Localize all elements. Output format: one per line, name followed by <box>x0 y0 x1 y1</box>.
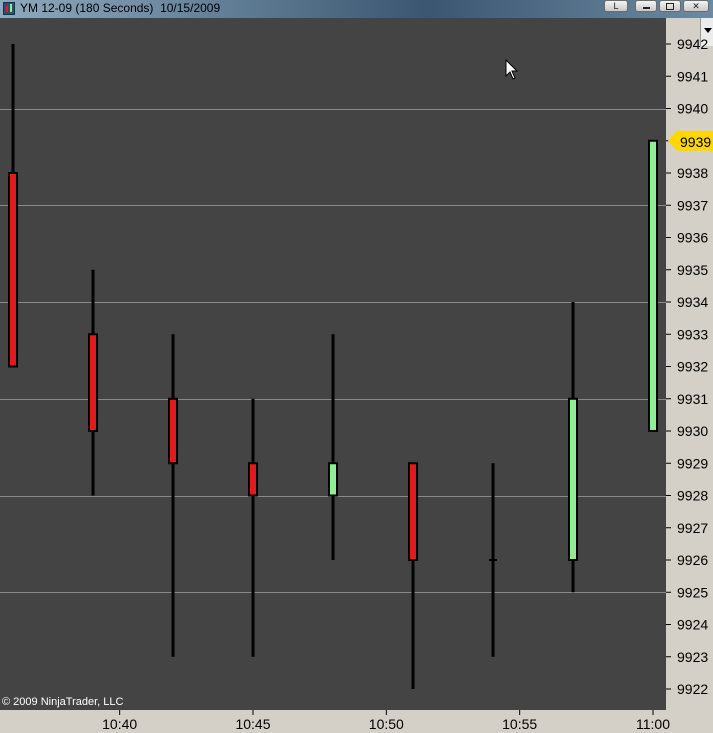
candle-body <box>648 139 658 432</box>
price-tick-label: 9934 <box>677 294 708 310</box>
price-tick-label: 9937 <box>677 197 708 213</box>
candle-body <box>8 172 18 368</box>
candle-body <box>568 397 578 561</box>
price-tick-label: 9932 <box>677 359 708 375</box>
time-tick-label: 10:40 <box>102 716 137 732</box>
price-tick-label: 9923 <box>677 649 708 665</box>
price-tick-label: 9928 <box>677 488 708 504</box>
time-tick-label: 10:45 <box>235 716 270 732</box>
price-tick-label: 9924 <box>677 617 708 633</box>
candle-body <box>248 462 258 497</box>
price-tick-label: 9940 <box>677 101 708 117</box>
candle-body <box>88 333 98 432</box>
time-tick-label: 10:55 <box>502 716 537 732</box>
price-tick-label: 9936 <box>677 230 708 246</box>
mouse-cursor-icon <box>505 58 519 80</box>
copyright-text: © 2009 NinjaTrader, LLC <box>2 696 124 708</box>
time-tick-label: 10:50 <box>369 716 404 732</box>
candle-body <box>328 462 338 497</box>
price-tick-label: 9922 <box>677 681 708 697</box>
time-tick-label: 11:00 <box>636 716 670 732</box>
candle-body <box>408 462 418 561</box>
candle-body <box>168 397 178 465</box>
price-tick-label: 9942 <box>677 36 708 52</box>
price-tick-label: 9933 <box>677 326 708 342</box>
price-tick-label: 9941 <box>677 68 708 84</box>
price-tick-label: 9938 <box>677 165 708 181</box>
price-tick-label: 9927 <box>677 520 708 536</box>
price-tick-label: 9931 <box>677 391 708 407</box>
price-tick-label: 9929 <box>677 455 708 471</box>
price-tick-label: 9935 <box>677 262 708 278</box>
price-tick-label: 9926 <box>677 552 708 568</box>
price-tick-label: 9925 <box>677 584 708 600</box>
price-tick-label: 9930 <box>677 423 708 439</box>
last-price-label: 9939 <box>680 134 711 150</box>
candlestick-chart: 9922 9923 9924 9925 9926 9927 9928 9929 9930 9931… <box>0 36 713 732</box>
